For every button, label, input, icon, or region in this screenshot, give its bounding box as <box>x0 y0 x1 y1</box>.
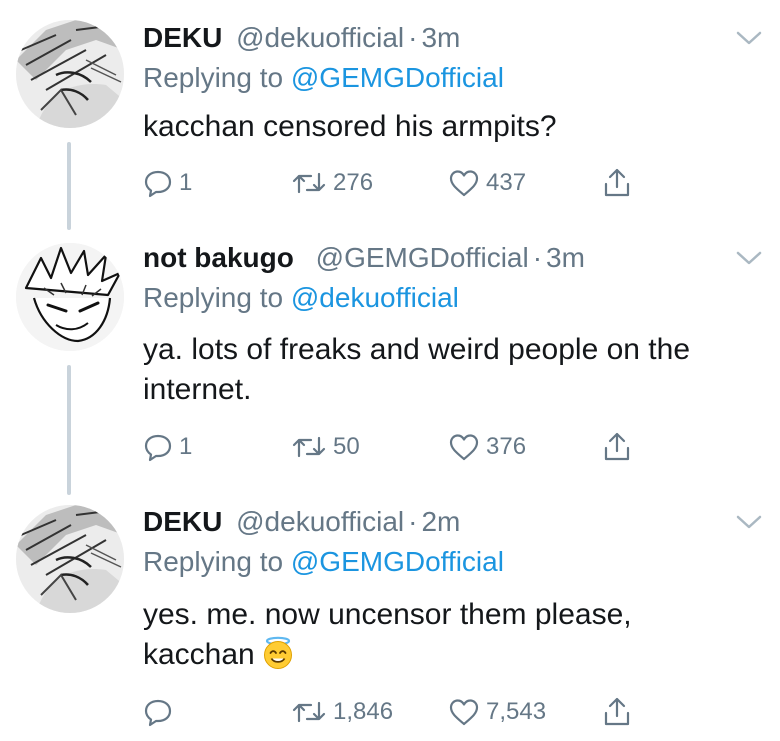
tweet[interactable]: not bakugo @GEMGDofficial · 3m Replying to… <box>0 230 780 492</box>
replying-prefix: Replying to <box>143 282 284 313</box>
retweet-icon <box>292 701 326 723</box>
tweet-text-line: internet. <box>143 373 252 406</box>
retweet-icon <box>292 436 326 458</box>
separator: · <box>408 506 418 537</box>
replying-to: Replying to @GEMGDofficial <box>143 60 504 96</box>
replying-to: Replying to @dekuofficial <box>143 280 459 316</box>
reply-count: 1 <box>179 169 193 196</box>
retweet-count: 1,846 <box>333 698 394 725</box>
separator: · <box>408 22 418 53</box>
like-count: 437 <box>486 169 527 196</box>
replying-prefix: Replying to <box>143 546 284 577</box>
retweet-count: 276 <box>333 169 374 196</box>
avatar-image <box>16 505 124 613</box>
reply-icon <box>144 170 172 198</box>
timestamp[interactable]: 2m <box>421 506 460 537</box>
like-icon <box>449 699 479 726</box>
tweet-text: ya. lots of freaks and weird people on t… <box>143 330 763 410</box>
tweet-text-line: kacchan <box>143 638 255 671</box>
like-icon <box>449 170 479 197</box>
chevron-down-icon[interactable] <box>734 248 764 268</box>
tweet-actions: 1,846 7,543 <box>143 692 743 732</box>
tweet-text-line: ya. lots of freaks and weird people on t… <box>143 333 691 366</box>
avatar-image <box>16 243 124 351</box>
mention-link[interactable]: @GEMGDofficial <box>291 546 504 577</box>
retweet-button[interactable]: 50 <box>291 427 360 467</box>
tweet-header: not bakugo @GEMGDofficial · 3m <box>143 240 585 276</box>
tweet-text: kacchan censored his armpits? <box>143 107 763 147</box>
chevron-down-icon[interactable] <box>734 512 764 532</box>
mention-link[interactable]: @GEMGDofficial <box>291 62 504 93</box>
share-button[interactable] <box>601 692 633 732</box>
avatar[interactable] <box>16 505 124 613</box>
retweet-button[interactable]: 1,846 <box>291 692 393 732</box>
retweet-icon <box>292 172 326 194</box>
share-button[interactable] <box>601 163 633 203</box>
avatar[interactable] <box>16 243 124 351</box>
display-name[interactable]: DEKU <box>143 506 222 537</box>
reply-button[interactable]: 1 <box>143 163 192 203</box>
like-count: 7,543 <box>486 698 547 725</box>
mention-link[interactable]: @dekuofficial <box>291 282 459 313</box>
tweet-actions: 1 276 437 <box>143 163 743 203</box>
smiling-face-with-halo-icon <box>263 636 292 669</box>
avatar-image <box>16 20 124 128</box>
separator: · <box>532 242 543 273</box>
reply-button[interactable]: 1 <box>143 427 192 467</box>
replying-prefix: Replying to <box>143 62 284 93</box>
like-count: 376 <box>486 433 527 460</box>
retweet-count: 50 <box>333 433 360 460</box>
avatar[interactable] <box>16 20 124 128</box>
user-handle[interactable]: @dekuofficial <box>236 506 404 537</box>
share-icon <box>604 697 630 726</box>
display-name[interactable]: DEKU <box>143 22 222 53</box>
replying-to: Replying to @GEMGDofficial <box>143 544 504 580</box>
tweet-text-line-2: kacchan <box>143 635 763 675</box>
tweet-actions: 1 50 376 <box>143 427 743 467</box>
like-icon <box>449 434 479 461</box>
like-button[interactable]: 7,543 <box>448 692 546 732</box>
tweet[interactable]: DEKU @dekuofficial · 3m Replying to @GEMGD… <box>0 0 780 230</box>
user-handle[interactable]: @GEMGDofficial <box>316 242 529 273</box>
reply-icon <box>144 699 172 727</box>
timestamp[interactable]: 3m <box>421 22 460 53</box>
reply-icon <box>144 434 172 462</box>
display-name[interactable]: not bakugo <box>143 242 294 273</box>
like-button[interactable]: 376 <box>448 427 526 467</box>
chevron-down-icon[interactable] <box>734 28 764 48</box>
reply-button[interactable] <box>143 692 179 732</box>
tweet-text-line: kacchan censored his armpits? <box>143 110 557 143</box>
tweet-text: yes. me. now uncensor them please, kacch… <box>143 595 763 675</box>
reply-count: 1 <box>179 433 193 460</box>
share-icon <box>604 168 630 197</box>
share-button[interactable] <box>601 427 633 467</box>
tweet-header: DEKU @dekuofficial · 2m <box>143 504 460 540</box>
retweet-button[interactable]: 276 <box>291 163 373 203</box>
tweet-header: DEKU @dekuofficial · 3m <box>143 20 460 56</box>
timestamp[interactable]: 3m <box>546 242 585 273</box>
tweet[interactable]: DEKU @dekuofficial · 2m Replying to @GEMGD… <box>0 492 780 741</box>
user-handle[interactable]: @dekuofficial <box>236 22 404 53</box>
tweet-text-line: yes. me. now uncensor them please, <box>143 598 632 631</box>
like-button[interactable]: 437 <box>448 163 526 203</box>
share-icon <box>604 432 630 461</box>
